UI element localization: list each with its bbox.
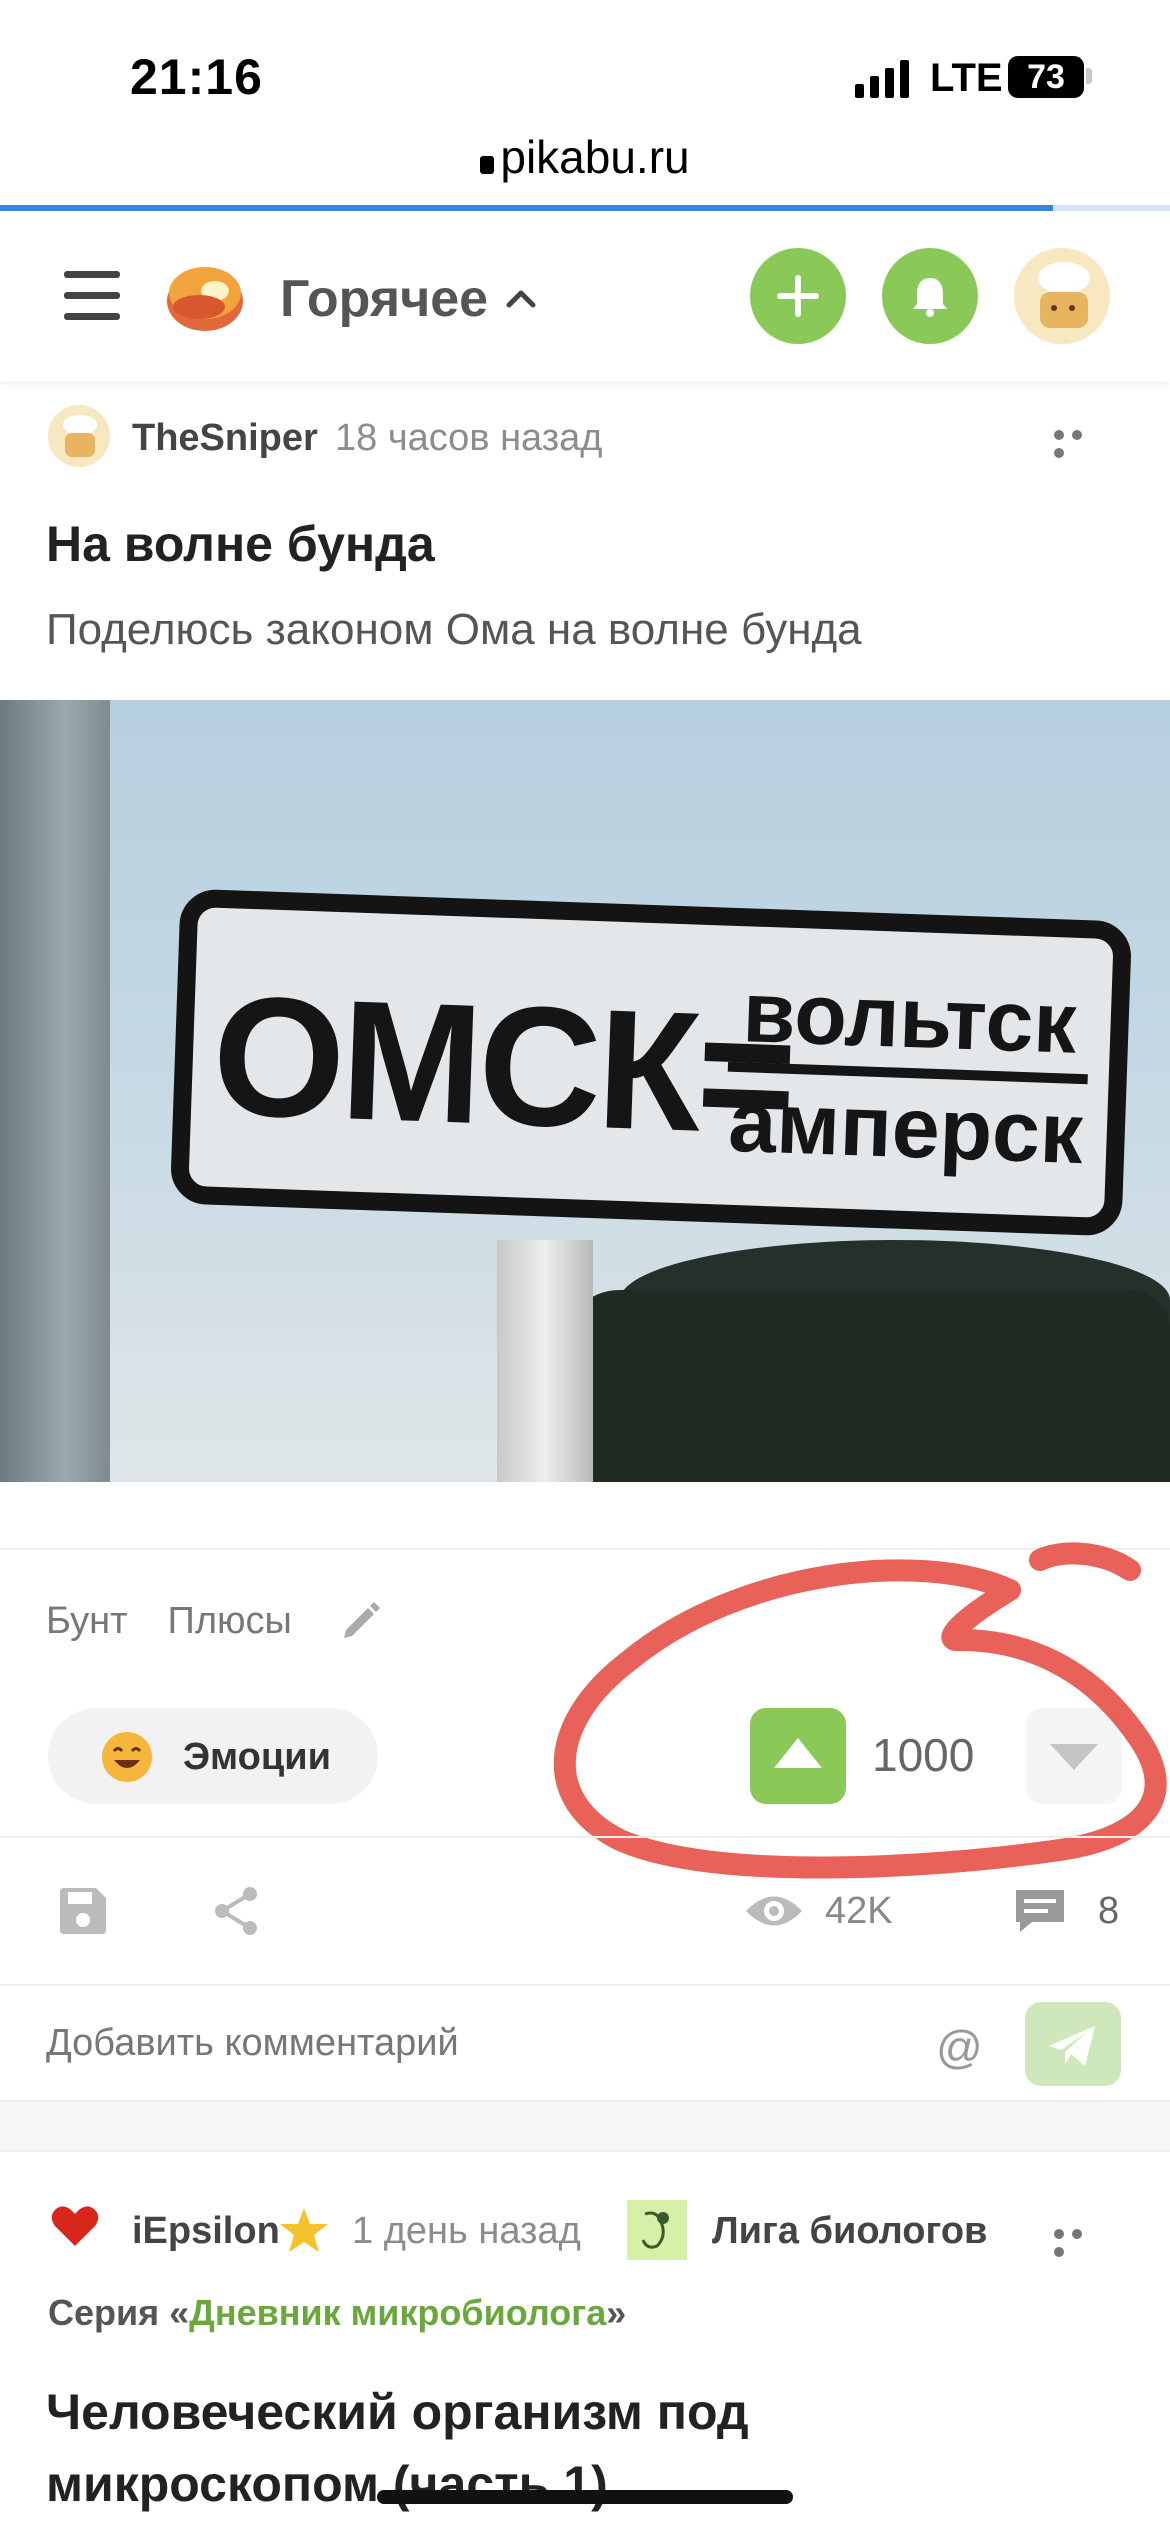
more-options-icon[interactable] [1054, 427, 1106, 458]
home-indicator[interactable] [377, 2490, 793, 2504]
save-icon[interactable] [56, 1884, 110, 1938]
eye-icon [746, 1896, 802, 1926]
battery-cap [1086, 68, 1092, 84]
post-title[interactable]: На волне бунда [46, 515, 435, 573]
image-sign-post [497, 1240, 593, 1482]
divider [0, 1984, 1170, 1986]
emotions-label: Эмоции [183, 1736, 331, 1778]
signal-icon [855, 60, 909, 98]
community-name[interactable]: Лига биологов [712, 2210, 987, 2253]
emotions-button[interactable]: Эмоции [48, 1708, 378, 1804]
avatar-image [48, 405, 110, 467]
send-icon [1049, 2026, 1095, 2066]
heart-icon [51, 2206, 99, 2246]
image-pole [0, 700, 110, 1482]
menu-icon[interactable] [64, 271, 120, 321]
road-sign: ОМСК= вольтск амперск [169, 888, 1133, 1237]
post-series: Серия «Дневник микробиолога» [48, 2292, 626, 2334]
mention-icon[interactable]: @ [936, 2020, 983, 2074]
sign-numerator: вольтск [741, 964, 1079, 1072]
community-logo [627, 2200, 687, 2260]
bell-icon [913, 278, 947, 317]
post-time[interactable]: 18 часов назад [335, 417, 602, 460]
status-bar: 21:16 LTE 73 [0, 0, 1170, 140]
network-label: LTE [930, 56, 1003, 100]
sign-denominator: амперск [726, 1073, 1085, 1183]
post-author[interactable]: iEpsilon [132, 2210, 280, 2253]
feed-title[interactable]: Горячее [280, 269, 488, 329]
series-link[interactable]: Дневник микробиолога [189, 2292, 606, 2333]
section-separator [0, 2100, 1170, 2152]
series-suffix: » [606, 2292, 627, 2333]
author-avatar[interactable] [48, 405, 110, 467]
comment-input[interactable]: Добавить комментарий [46, 2022, 459, 2065]
post-description: Поделюсь законом Ома на волне бунда [46, 605, 862, 654]
url-bar[interactable]: pikabu.ru [0, 130, 1170, 184]
views-count: 42K [825, 1890, 893, 1932]
community-icon[interactable] [627, 2200, 687, 2260]
chevron-up-icon[interactable] [505, 283, 537, 315]
emoji-icon [102, 1732, 152, 1782]
user-avatar[interactable] [1014, 248, 1110, 344]
image-trees [560, 1290, 1170, 1482]
lock-icon [480, 155, 495, 174]
battery-icon: 73 [1008, 56, 1084, 98]
edit-tags-icon[interactable] [338, 1600, 382, 1644]
tag[interactable]: Бунт [46, 1600, 128, 1642]
post-time[interactable]: 1 день назад [352, 2210, 581, 2253]
sign-text-left: ОМСК= [209, 960, 796, 1171]
post-meta: TheSniper 18 часов назад [0, 405, 1170, 475]
divider [0, 1836, 1170, 1838]
plus-icon [777, 275, 819, 317]
url-text: pikabu.ru [500, 131, 690, 183]
post-tags: Бунт Плюсы [46, 1600, 332, 1643]
add-post-button[interactable] [750, 248, 846, 344]
series-prefix: Серия « [48, 2292, 190, 2333]
comment-icon[interactable] [1012, 1886, 1068, 1936]
comments-count[interactable]: 8 [1098, 1890, 1119, 1933]
star-icon [280, 2208, 328, 2252]
post-author[interactable]: TheSniper [132, 417, 318, 460]
sign-fraction: вольтск амперск [724, 964, 1091, 1183]
pikabu-logo[interactable] [165, 255, 251, 335]
share-icon[interactable] [210, 1884, 264, 1938]
notifications-button[interactable] [882, 248, 978, 344]
post-image[interactable]: ОМСК= вольтск амперск [0, 700, 1170, 1482]
app-header: Горячее [0, 211, 1170, 381]
avatar-image [1014, 248, 1110, 344]
status-time: 21:16 [130, 49, 263, 105]
tag[interactable]: Плюсы [168, 1600, 292, 1642]
send-comment-button[interactable] [1025, 2002, 1121, 2086]
more-options-icon[interactable] [1054, 2226, 1106, 2257]
